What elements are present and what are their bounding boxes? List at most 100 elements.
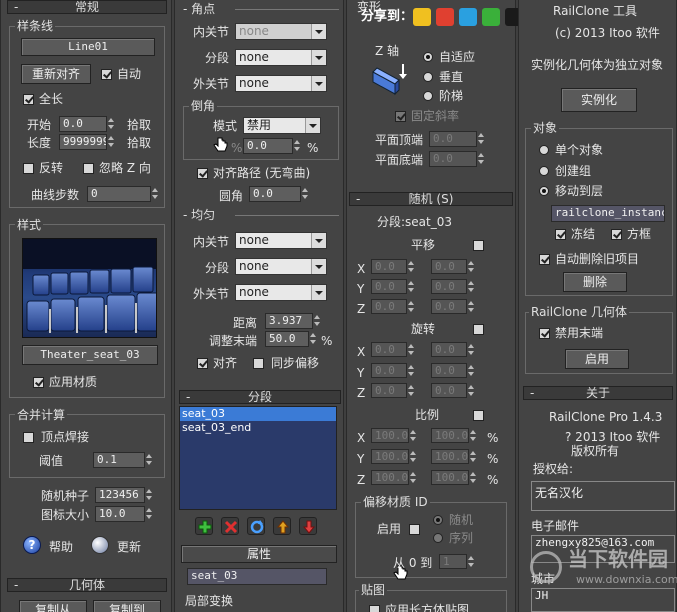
corner-header[interactable]: - 角点 [181, 2, 217, 16]
box-checkbox[interactable] [611, 229, 622, 240]
tencent-weibo-share-icon[interactable] [459, 8, 477, 26]
move-down-icon[interactable] [299, 517, 317, 535]
ladder-radio[interactable] [423, 91, 433, 101]
curve-steps-spinner[interactable] [151, 186, 160, 202]
align-checkbox[interactable] [197, 358, 208, 369]
copy-from-button[interactable]: 复制从 [19, 600, 87, 612]
properties-header[interactable]: 属性 [181, 545, 337, 563]
apply-button[interactable]: 启用 [565, 349, 629, 369]
length-field[interactable]: 9999999. [59, 134, 107, 150]
move-to-layer-radio[interactable] [539, 186, 549, 196]
adjust-end-field[interactable]: 50.0 [265, 331, 309, 347]
curve-steps-field[interactable]: 0 [87, 186, 151, 202]
scale-x-max[interactable]: 100.0 [431, 428, 469, 443]
spline-pick-button[interactable]: Line01 [21, 38, 155, 56]
translate-lock-checkbox[interactable] [473, 240, 484, 251]
realign-button[interactable]: 重新对齐 [21, 64, 91, 84]
scale-y-max-spinner[interactable] [469, 449, 478, 465]
offset-sequence-radio[interactable] [433, 533, 443, 543]
chamfer-pct-spinner[interactable] [293, 138, 302, 154]
instance-button[interactable]: 实例化 [561, 88, 637, 112]
chamfer-pct-field[interactable]: 0.0 [243, 138, 293, 154]
translate-x-min[interactable]: 0.0 [371, 259, 407, 274]
corner-radius-field[interactable]: 0.0 [249, 186, 301, 202]
vertex-weld-checkbox[interactable] [23, 432, 34, 443]
plane-top-spinner[interactable] [477, 131, 486, 147]
offset-random-radio[interactable] [433, 515, 443, 525]
ignore-z-checkbox[interactable] [83, 163, 94, 174]
geometry-rollout-header[interactable]: - 几何体 [7, 578, 167, 592]
box-map-checkbox[interactable] [369, 605, 380, 612]
translate-z-min[interactable]: 0.0 [371, 299, 407, 314]
scale-z-min-spinner[interactable] [409, 470, 418, 486]
full-length-checkbox[interactable] [23, 94, 34, 105]
rotate-x-min[interactable]: 0.0 [371, 342, 407, 357]
start-spinner[interactable] [107, 116, 116, 132]
rotate-lock-checkbox[interactable] [473, 324, 484, 335]
wechat-share-icon[interactable] [482, 8, 500, 26]
scale-y-max[interactable]: 100.0 [431, 449, 469, 464]
rotate-y-max[interactable]: 0.0 [431, 363, 467, 378]
rotate-z-min-spinner[interactable] [407, 383, 416, 399]
scale-x-max-spinner[interactable] [469, 428, 478, 444]
layer-name-field[interactable]: railclone_instance [551, 205, 665, 222]
vertical-radio[interactable] [423, 72, 433, 82]
single-object-radio[interactable] [539, 145, 549, 155]
add-icon[interactable] [195, 517, 213, 535]
rotate-x-max-spinner[interactable] [467, 342, 476, 358]
rotate-x-min-spinner[interactable] [407, 342, 416, 358]
offset-range-field[interactable]: 1 [439, 554, 467, 569]
plane-bottom-field[interactable]: 0.0 [429, 151, 477, 167]
translate-z-max[interactable]: 0.0 [431, 299, 467, 314]
corner-in-node-dropdown[interactable]: none [235, 23, 327, 40]
offset-enable-checkbox[interactable] [409, 524, 420, 535]
mode-dropdown[interactable]: 禁用 [243, 117, 321, 134]
translate-x-min-spinner[interactable] [407, 259, 416, 275]
start-field[interactable]: 0.0 [59, 116, 107, 132]
about-rollout-header[interactable]: - 关于 [523, 386, 673, 400]
icon-size-spinner[interactable] [145, 506, 154, 522]
random-seed-field[interactable]: 123456 [95, 487, 145, 503]
create-group-radio[interactable] [539, 166, 549, 176]
length-spinner[interactable] [107, 134, 116, 150]
corner-radius-spinner[interactable] [301, 186, 310, 202]
disable-end-checkbox[interactable] [539, 328, 550, 339]
rotate-y-min[interactable]: 0.0 [371, 363, 407, 378]
adjust-end-spinner[interactable] [309, 331, 318, 347]
copy-to-button[interactable]: 复制到 [93, 600, 161, 612]
auto-checkbox[interactable] [101, 69, 112, 80]
translate-y-min-spinner[interactable] [407, 279, 416, 295]
distance-field[interactable]: 3.937 [265, 313, 313, 329]
scale-z-min[interactable]: 100.0 [371, 470, 409, 485]
random-rollout-header[interactable]: - 随机 (S) [349, 192, 513, 206]
pick-length-link[interactable]: 拾取 [127, 136, 151, 150]
scale-y-min-spinner[interactable] [409, 449, 418, 465]
reverse-checkbox[interactable] [23, 163, 34, 174]
scale-z-max[interactable]: 100.0 [431, 470, 469, 485]
distance-spinner[interactable] [313, 313, 322, 329]
align-path-checkbox[interactable] [197, 168, 208, 179]
properties-name-field[interactable]: seat_03 [187, 568, 327, 585]
delete-button[interactable]: 删除 [563, 272, 627, 292]
corner-out-node-dropdown[interactable]: none [235, 75, 327, 92]
scale-x-min-spinner[interactable] [409, 428, 418, 444]
delete-icon[interactable] [221, 517, 239, 535]
even-out-node-dropdown[interactable]: none [235, 284, 327, 301]
rotate-z-max[interactable]: 0.0 [431, 383, 467, 398]
style-pick-button[interactable]: Theater_seat_03 [22, 345, 158, 365]
help-label[interactable]: 帮助 [49, 540, 73, 554]
scale-z-max-spinner[interactable] [469, 470, 478, 486]
rotate-z-min[interactable]: 0.0 [371, 383, 407, 398]
rotate-x-max[interactable]: 0.0 [431, 342, 467, 357]
freeze-checkbox[interactable] [555, 229, 566, 240]
translate-y-max[interactable]: 0.0 [431, 279, 467, 294]
apply-material-checkbox[interactable] [33, 377, 44, 388]
translate-x-max-spinner[interactable] [467, 259, 476, 275]
update-label[interactable]: 更新 [117, 540, 141, 554]
icon-size-field[interactable]: 10.0 [95, 506, 145, 522]
rotate-z-max-spinner[interactable] [467, 383, 476, 399]
corner-segment-dropdown[interactable]: none [235, 49, 327, 66]
translate-x-max[interactable]: 0.0 [431, 259, 467, 274]
rotate-y-max-spinner[interactable] [467, 363, 476, 379]
threshold-field[interactable]: 0.1 [93, 452, 145, 468]
